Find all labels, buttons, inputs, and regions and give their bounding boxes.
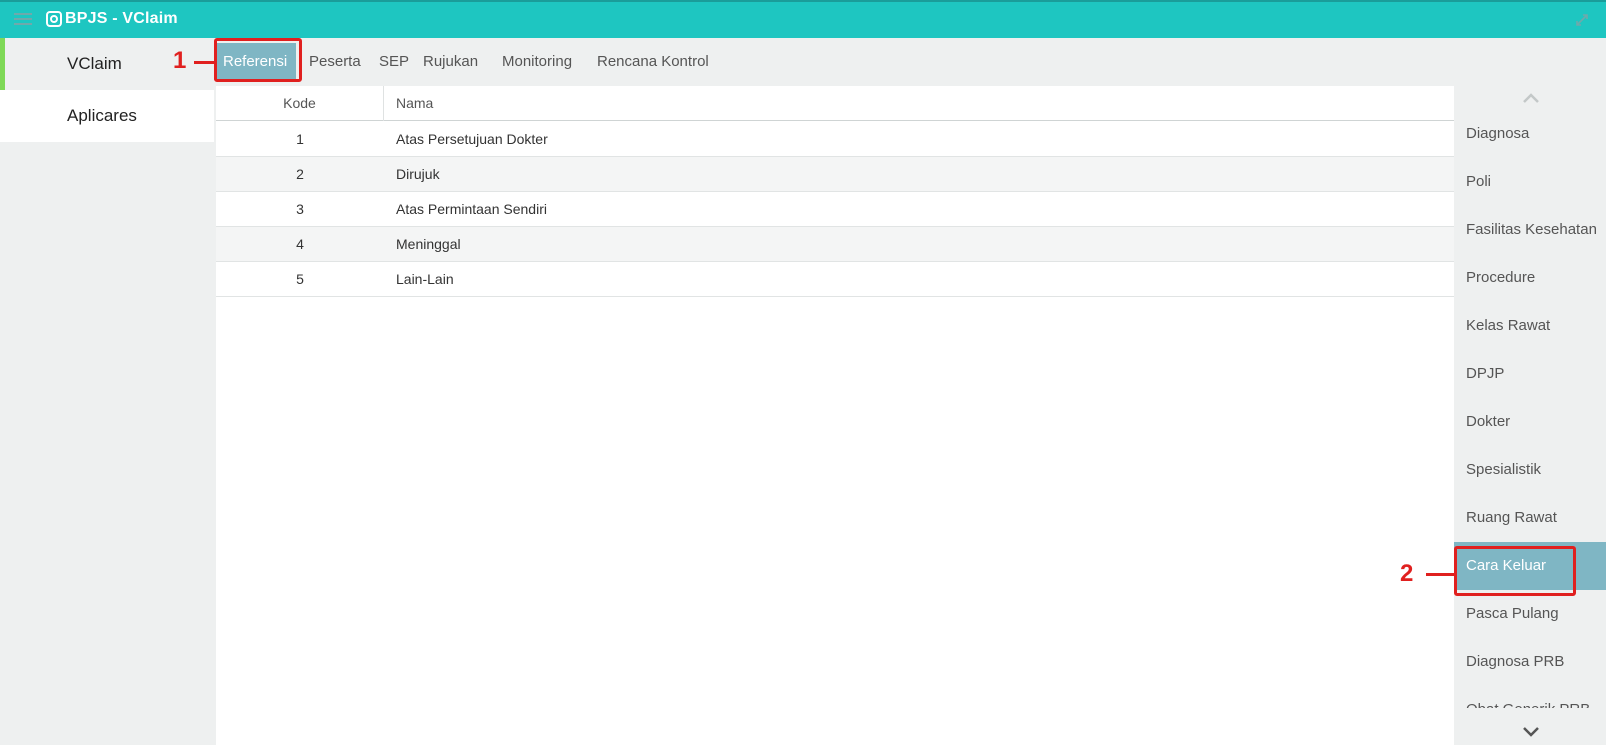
expand-icon[interactable]	[1574, 12, 1590, 28]
annotation-connector	[194, 61, 214, 64]
menu-item-ruang-rawat[interactable]: Ruang Rawat	[1454, 494, 1606, 542]
cell-nama: Atas Permintaan Sendiri	[396, 201, 547, 217]
sidebar-item-aplicares[interactable]: Aplicares	[0, 90, 214, 142]
table-row[interactable]: 5 Lain-Lain	[216, 262, 1454, 297]
menu-item-kelas-rawat[interactable]: Kelas Rawat	[1454, 302, 1606, 350]
top-bar: BPJS - VClaim	[0, 0, 1606, 38]
data-table: Kode Nama 1 Atas Persetujuan Dokter 2 Di…	[216, 86, 1454, 745]
table-row[interactable]: 3 Atas Permintaan Sendiri	[216, 192, 1454, 227]
cell-nama: Dirujuk	[396, 166, 440, 182]
bpjs-logo-icon	[46, 11, 62, 27]
annotation-highlight-box	[214, 38, 302, 82]
column-header-kode[interactable]: Kode	[216, 86, 384, 121]
cell-kode: 2	[296, 166, 304, 182]
menu-item-spesialistik[interactable]: Spesialistik	[1454, 446, 1606, 494]
column-header-nama[interactable]: Nama	[396, 86, 433, 121]
menu-item-dpjp[interactable]: DPJP	[1454, 350, 1606, 398]
tab-rujukan[interactable]: Rujukan	[414, 43, 487, 80]
cell-nama: Meninggal	[396, 236, 461, 252]
app-title: BPJS - VClaim	[65, 10, 178, 27]
chevron-up-icon[interactable]	[1522, 92, 1540, 104]
menu-item-pasca-pulang[interactable]: Pasca Pulang	[1454, 590, 1606, 638]
table-row[interactable]: 1 Atas Persetujuan Dokter	[216, 122, 1454, 157]
chevron-down-icon[interactable]	[1522, 726, 1540, 738]
tab-rencana-kontrol[interactable]: Rencana Kontrol	[588, 43, 718, 80]
cell-kode: 5	[296, 271, 304, 287]
menu-item-procedure[interactable]: Procedure	[1454, 254, 1606, 302]
annotation-number: 2	[1400, 560, 1414, 587]
menu-item-diagnosa-prb[interactable]: Diagnosa PRB	[1454, 638, 1606, 686]
annotation-connector	[1426, 573, 1454, 576]
cell-kode: 1	[296, 131, 304, 147]
tab-bar: Referensi Peserta SEP Rujukan Monitoring…	[214, 38, 1454, 86]
annotation-number: 1	[173, 47, 187, 74]
table-row[interactable]: 4 Meninggal	[216, 227, 1454, 262]
tab-peserta[interactable]: Peserta	[300, 43, 370, 80]
menu-item-dokter[interactable]: Dokter	[1454, 398, 1606, 446]
menu-item-diagnosa[interactable]: Diagnosa	[1454, 110, 1606, 158]
menu-item-poli[interactable]: Poli	[1454, 158, 1606, 206]
table-header: Kode Nama	[216, 86, 1454, 121]
tab-sep[interactable]: SEP	[370, 43, 418, 80]
reference-menu: Diagnosa Poli Fasilitas Kesehatan Proced…	[1454, 86, 1606, 745]
tab-monitoring[interactable]: Monitoring	[493, 43, 581, 80]
cell-nama: Atas Persetujuan Dokter	[396, 131, 548, 147]
annotation-highlight-box	[1454, 546, 1576, 596]
menu-item-fasilitas-kesehatan[interactable]: Fasilitas Kesehatan	[1454, 206, 1606, 254]
hamburger-icon[interactable]	[14, 13, 32, 27]
cell-kode: 3	[296, 201, 304, 217]
table-row[interactable]: 2 Dirujuk	[216, 157, 1454, 192]
cell-nama: Lain-Lain	[396, 271, 454, 287]
cell-kode: 4	[296, 236, 304, 252]
sidebar: VClaim Aplicares	[0, 38, 214, 745]
